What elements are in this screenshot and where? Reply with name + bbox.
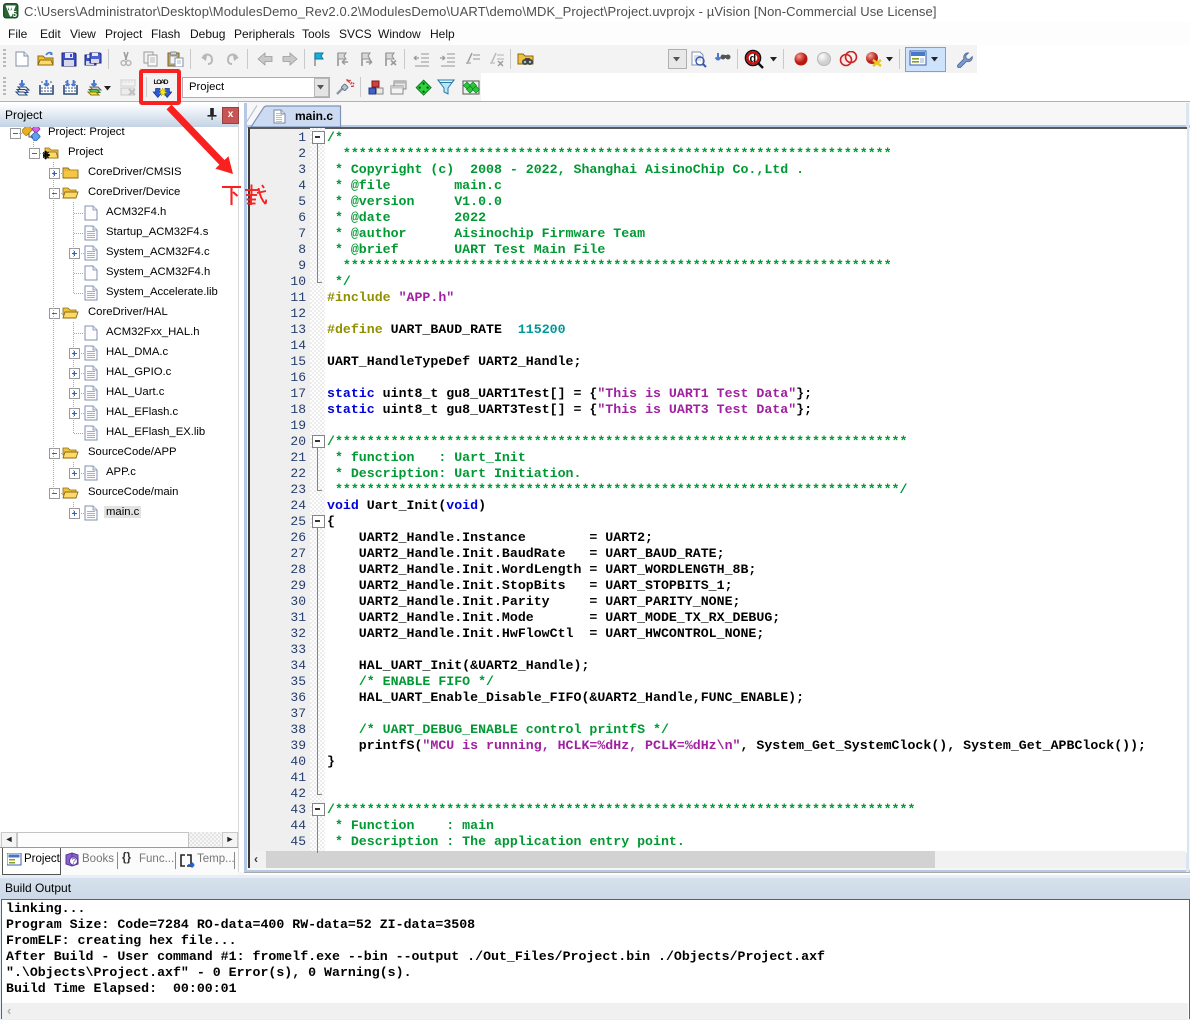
svg-text:❉: ❉ — [43, 150, 50, 161]
svg-text:5: 5 — [13, 10, 18, 19]
svg-text:?: ? — [72, 857, 77, 866]
svg-text:d: d — [750, 53, 757, 65]
